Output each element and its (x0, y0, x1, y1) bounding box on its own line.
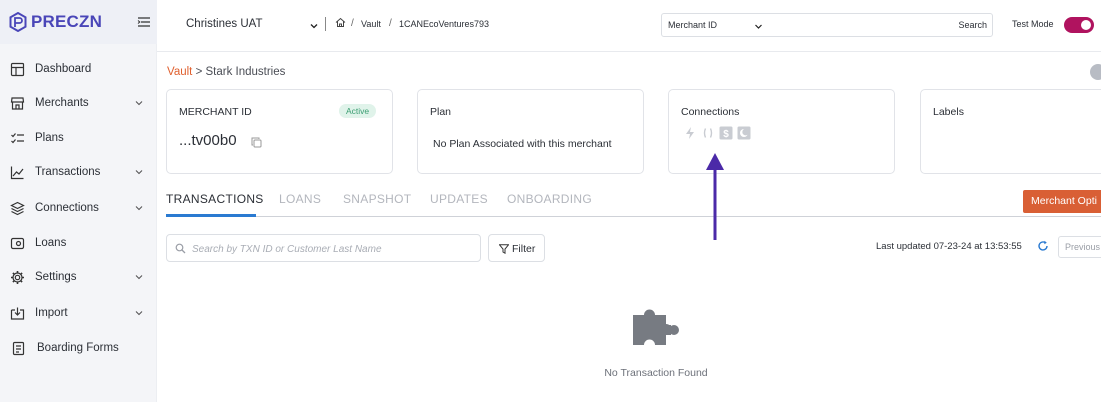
chevron-down-icon[interactable] (754, 22, 763, 31)
sidebar-item-transactions[interactable]: Transactions (0, 157, 157, 187)
tab-updates[interactable]: UPDATES (430, 192, 488, 206)
form-icon (12, 341, 25, 355)
sidebar-item-label: Loans (35, 237, 67, 249)
preczn-logo-icon (9, 12, 27, 32)
breadcrumb-separator: / (389, 18, 392, 29)
breadcrumb-separator: / (351, 18, 354, 29)
sidebar: PRECZN Dashboard Merchants Plans Transac… (0, 0, 157, 402)
store-icon (10, 96, 25, 110)
moon-icon[interactable] (737, 126, 751, 140)
divider (325, 17, 326, 31)
last-updated-text: Last updated 07-23-24 at 13:53:55 (876, 241, 1022, 252)
sidebar-item-label: Connections (35, 202, 99, 214)
toggle-knob (1081, 20, 1091, 30)
filter-icon (499, 244, 509, 254)
connections-card: Connections $ (668, 89, 895, 174)
filter-button[interactable]: Filter (488, 234, 545, 262)
transaction-search-input[interactable] (192, 241, 477, 257)
svg-text:$: $ (723, 129, 729, 140)
plan-text: No Plan Associated with this merchant (433, 138, 612, 150)
tab-loans[interactable]: LOANS (279, 192, 321, 206)
active-tab-underline (166, 214, 256, 217)
info-icon[interactable] (1090, 64, 1101, 80)
sidebar-item-label: Import (35, 307, 68, 319)
chevron-down-icon[interactable] (309, 21, 319, 31)
chevron-down-icon (135, 311, 143, 316)
search-button[interactable]: Search (958, 20, 987, 30)
dollar-icon[interactable]: $ (719, 126, 733, 140)
search-icon (175, 243, 186, 254)
sidebar-item-label: Merchants (35, 97, 89, 109)
transaction-search (166, 234, 481, 262)
labels-card: Labels (920, 89, 1101, 174)
card-title: MERCHANT ID (179, 106, 252, 118)
breadcrumb-separator: > (195, 66, 203, 78)
tab-bar: TRANSACTIONS LOANS SNAPSHOT UPDATES ONBO… (166, 190, 1101, 217)
copy-icon[interactable] (251, 137, 262, 148)
sidebar-item-label: Dashboard (35, 63, 92, 75)
import-icon (10, 307, 25, 320)
tab-transactions[interactable]: TRANSACTIONS (166, 192, 264, 206)
dashboard-icon (10, 62, 25, 76)
gear-icon (11, 270, 24, 284)
collapse-menu-icon[interactable] (137, 15, 151, 29)
app-logo[interactable]: PRECZN (9, 12, 102, 32)
sidebar-item-label: Boarding Forms (37, 342, 119, 354)
merchant-id-value: ...tv00b0 (179, 132, 237, 149)
chart-line-icon (10, 166, 24, 179)
annotation-arrow-icon (706, 153, 724, 240)
search-field-select[interactable]: Merchant ID (668, 20, 717, 30)
empty-state-text: No Transaction Found (604, 367, 708, 379)
tab-onboarding[interactable]: ONBOARDING (507, 192, 592, 206)
sidebar-item-label: Settings (35, 271, 77, 283)
sidebar-item-import[interactable]: Import (0, 298, 157, 328)
breadcrumb-vault-link[interactable]: Vault (167, 66, 192, 78)
connection-icons: $ (683, 126, 751, 140)
home-icon[interactable] (335, 17, 346, 28)
filter-label: Filter (512, 243, 536, 255)
breadcrumb-current: Stark Industries (205, 66, 286, 78)
card-title: Connections (681, 106, 740, 118)
sidebar-item-dashboard[interactable]: Dashboard (0, 54, 157, 84)
status-badge: Active (339, 104, 377, 118)
org-selector[interactable]: Christines UAT (186, 18, 262, 30)
sidebar-item-connections[interactable]: Connections (0, 193, 157, 223)
sidebar-item-settings[interactable]: Settings (0, 262, 157, 292)
money-icon (10, 237, 25, 249)
card-title: Labels (933, 106, 964, 118)
chevron-down-icon (135, 170, 143, 175)
layers-icon (10, 201, 25, 215)
logo-text: PRECZN (31, 12, 103, 31)
refresh-icon[interactable] (1037, 240, 1049, 252)
sidebar-item-label: Transactions (35, 166, 101, 178)
sidebar-item-plans[interactable]: Plans (0, 123, 157, 153)
breadcrumb-vault[interactable]: Vault (361, 19, 381, 29)
previous-button[interactable]: Previous (1058, 236, 1101, 258)
puzzle-piece-icon (633, 309, 679, 345)
page-breadcrumb: Vault > Stark Industries (167, 66, 285, 78)
merchant-options-button[interactable]: Merchant Opti (1023, 190, 1101, 213)
sidebar-item-label: Plans (35, 132, 64, 144)
test-mode-toggle[interactable] (1064, 17, 1094, 33)
bolt-icon[interactable] (683, 126, 697, 140)
sidebar-item-boarding-forms[interactable]: Boarding Forms (0, 333, 157, 363)
checklist-icon (11, 132, 24, 143)
bracket-icon[interactable] (701, 126, 715, 140)
breadcrumb-merchant[interactable]: 1CANEcoVentures793 (399, 19, 489, 29)
tab-snapshot[interactable]: SNAPSHOT (343, 192, 411, 206)
chevron-down-icon (135, 101, 143, 106)
chevron-down-icon (135, 206, 143, 211)
card-title: Plan (430, 106, 452, 118)
merchant-search-box: Merchant ID Search (661, 13, 993, 37)
test-mode-label: Test Mode (1012, 19, 1054, 29)
sidebar-item-loans[interactable]: Loans (0, 228, 157, 258)
merchant-id-card: MERCHANT ID Active ...tv00b0 (166, 89, 393, 174)
logo-bar: PRECZN (0, 0, 157, 44)
plan-card: Plan No Plan Associated with this mercha… (417, 89, 644, 174)
sidebar-item-merchants[interactable]: Merchants (0, 88, 157, 118)
chevron-down-icon (135, 275, 143, 280)
